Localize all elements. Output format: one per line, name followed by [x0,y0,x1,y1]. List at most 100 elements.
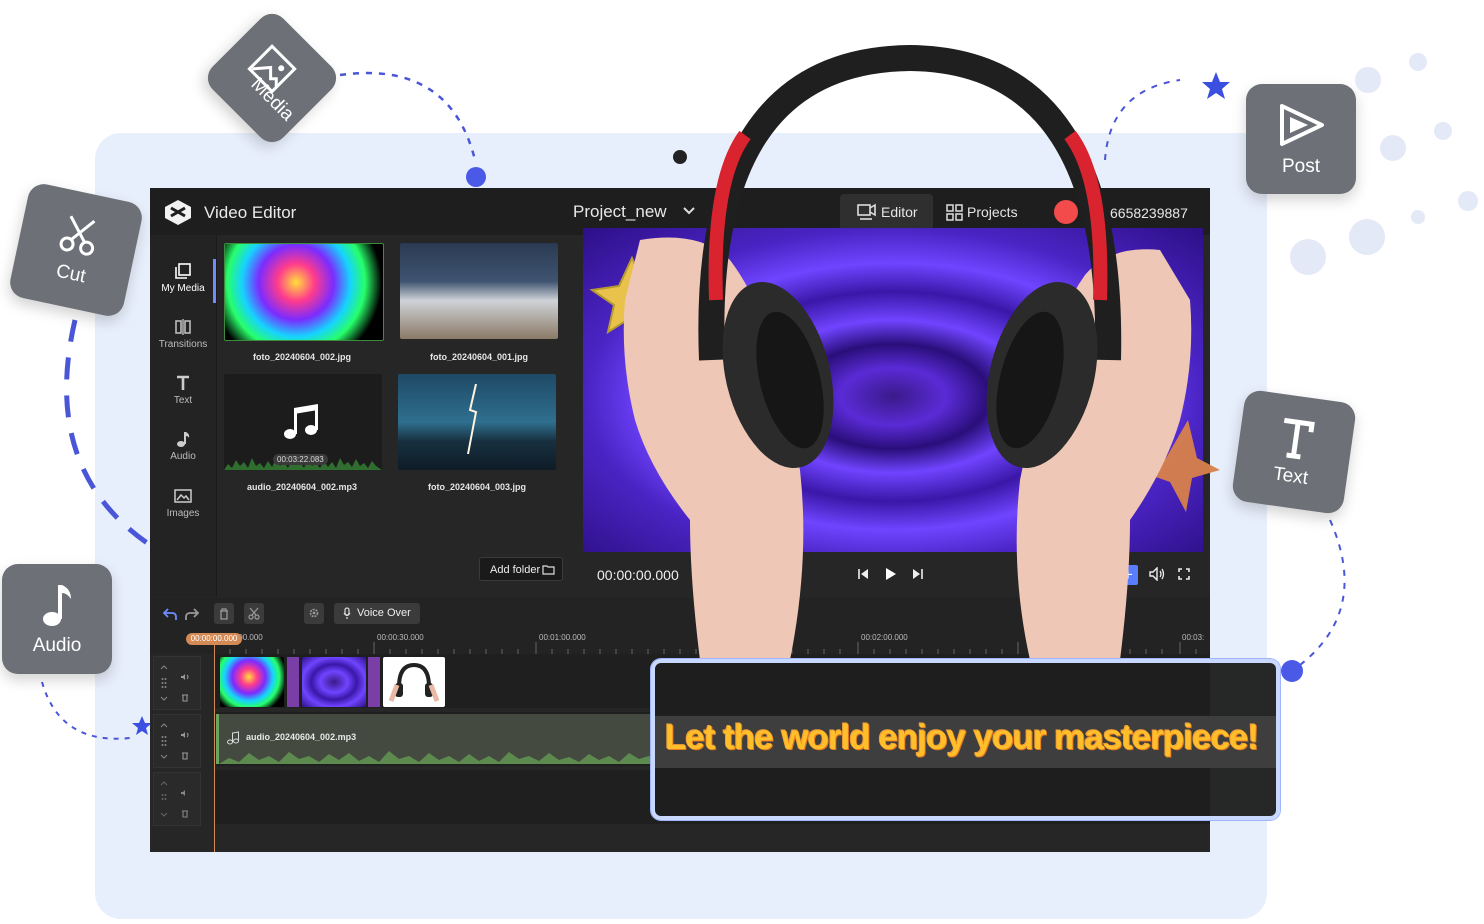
tab-projects-label: Projects [967,204,1018,220]
player-controls: 00:00:00.000 + [583,552,1210,597]
headphones-thumbnail [388,662,440,702]
app-title: Video Editor [204,203,297,222]
timeline-clip-water-drop[interactable] [302,657,366,707]
images-icon [174,489,192,503]
music-note-icon [227,731,239,745]
folder-icon [542,565,555,575]
track-handle-icon[interactable] [160,777,168,821]
media-thumb-audio-setup[interactable] [400,243,558,339]
audio-icon [177,432,190,447]
sidebar-item-label: Images [166,508,200,519]
fullscreen-icon[interactable] [1178,568,1190,580]
volume-icon[interactable] [1149,567,1165,581]
mute-icon[interactable] [180,789,190,797]
audio-tile-label: Audio [32,635,82,656]
empty-track-controls [153,772,201,826]
tab-editor-label: Editor [881,204,918,220]
media-item-name: foto_20240604_002.jpg [252,352,352,362]
add-to-timeline-button[interactable]: + [1118,565,1138,585]
media-item-name: foto_20240604_003.jpg [427,482,527,492]
ruler-ticks [214,642,1197,654]
trash-icon[interactable] [181,809,189,818]
sidebar-item-my-media[interactable]: My Media [150,259,216,311]
sidebar-item-text[interactable]: Text [150,371,216,423]
media-item-name: foto_20240604_001.jpg [429,352,529,362]
editor-icon [857,203,876,220]
tab-editor[interactable]: Editor [840,194,933,230]
media-panel: foto_20240604_002.jpg foto_20240604_001.… [217,235,645,597]
project-name[interactable]: Project_new [573,202,667,222]
split-button[interactable] [244,603,264,624]
scissors-icon [59,215,96,256]
post-feature-tile: Post [1246,84,1356,194]
text-icon [177,375,189,390]
sidebar-item-transitions[interactable]: Transitions [150,315,216,367]
caption-banner: Let the world enjoy your masterpiece! [651,659,1280,820]
voice-over-button[interactable]: Voice Over [334,603,420,624]
ruler-tick-label: 00:00:30.000 [377,633,424,642]
media-thumb-audio[interactable]: 00:03:22.083 [224,374,382,470]
ruler-tick-label: 00:02:00.000 [861,633,908,642]
play-icon [1280,104,1324,146]
text-feature-tile: Text [1230,388,1358,516]
timeline-toolbar: Voice Over [150,598,1210,630]
transitions-icon [175,319,191,335]
audio-track-controls [153,714,201,768]
sidebar-item-images[interactable]: Images [150,484,216,536]
audio-clip-name: audio_20240604_002.mp3 [246,732,357,742]
scissors-icon [248,607,260,620]
music-note-icon [284,404,318,439]
text-icon [1283,417,1315,460]
mute-icon[interactable] [180,673,190,681]
voice-over-label: Voice Over [357,607,411,619]
avatar[interactable] [1054,200,1078,224]
media-thumb-rainbow-portrait[interactable] [224,243,384,341]
track-handle-icon[interactable] [160,661,168,705]
timeline-clip-rainbow-portrait[interactable] [220,657,284,707]
add-folder-label: Add folder [490,564,541,576]
sidebar-item-label: Audio [170,451,196,462]
post-tile-label: Post [1281,156,1321,177]
delete-button[interactable] [214,603,234,624]
add-folder-button[interactable]: Add folder [479,557,563,581]
caption-text: Let the world enjoy your masterpiece! [665,718,1259,757]
media-thumb-lightning[interactable] [398,374,556,470]
settings-button[interactable] [304,603,324,624]
lightning-bolt [467,384,478,454]
mute-icon[interactable] [180,731,190,739]
undo-icon[interactable] [162,606,178,622]
sidebar-item-label: Transitions [158,339,208,350]
audio-duration-badge: 00:03:22.083 [273,454,328,465]
audio-feature-tile: Audio [2,564,112,674]
chevron-down-icon[interactable] [683,206,695,216]
sidebar: My Media Transitions Text Audio Images [150,235,217,597]
player-timecode: 00:00:00.000 [597,567,679,583]
user-id: 6658239887 [1110,205,1188,221]
redo-icon[interactable] [184,606,200,622]
ruler-tick-label: 00:03: [1182,633,1205,642]
tab-projects[interactable]: Projects [945,204,1018,221]
microphone-icon [343,607,351,619]
playhead-line[interactable] [214,644,215,852]
sidebar-item-label: Text [173,395,193,406]
media-item-name: audio_20240604_002.mp3 [246,482,358,492]
trash-icon [220,608,228,620]
video-preview[interactable] [583,228,1203,552]
transition-marker[interactable] [287,657,299,707]
play-icon[interactable] [885,567,897,581]
timeline-ruler[interactable]: 00:00:00.000 00:00:30.000 00:01:00.000 0… [150,630,1210,654]
my-media-icon [175,263,191,279]
prev-frame-icon[interactable] [857,568,869,580]
track-handle-icon[interactable] [160,719,168,763]
trash-icon[interactable] [181,751,189,760]
trash-icon[interactable] [181,693,189,702]
sidebar-item-label: My Media [161,283,205,294]
ruler-tick-label: 00:01:00.000 [539,633,586,642]
gear-icon [309,608,319,618]
grid-icon [946,204,963,221]
text-tile-label: Text [1271,463,1310,490]
next-frame-icon[interactable] [912,568,924,580]
sidebar-item-audio[interactable]: Audio [150,427,216,479]
transition-marker[interactable] [368,657,380,707]
timeline-clip-headphones[interactable] [383,657,445,707]
